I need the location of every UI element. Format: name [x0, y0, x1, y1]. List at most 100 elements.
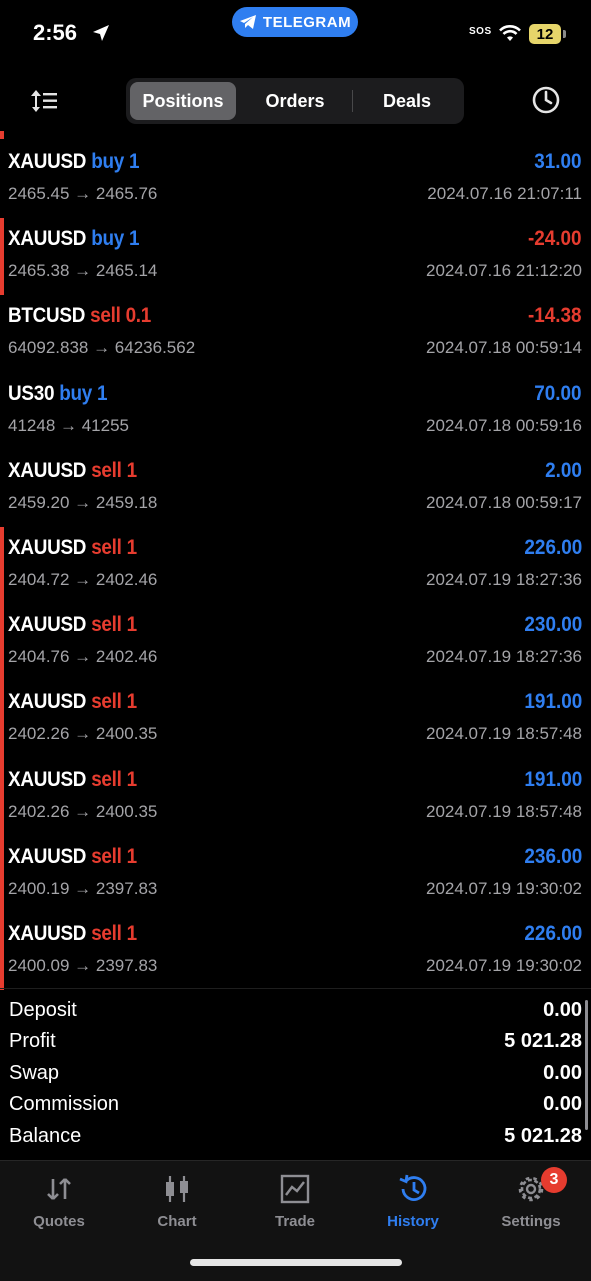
deal-title: XAUUSD buy 1 — [8, 150, 140, 174]
deal-prices: 2402.26 → 2400.35 — [8, 724, 158, 744]
deal-profit: 236.00 — [524, 844, 582, 868]
deal-symbol: BTCUSD — [8, 304, 86, 328]
deal-prices: 2404.72 → 2402.46 — [8, 569, 158, 589]
deal-row[interactable]: XAUUSD sell 1 2404.72 → 2402.46 226.00 2024… — [0, 526, 591, 605]
deal-marker — [0, 835, 4, 913]
deal-symbol: XAUUSD — [8, 227, 87, 251]
deal-side: buy 1 — [91, 150, 139, 173]
deal-row[interactable]: XAUUSD sell 1 2459.20 → 2459.18 2.00 2024.0… — [0, 450, 591, 527]
summary-label: Deposit — [9, 999, 77, 1021]
deal-title: XAUUSD sell 1 — [8, 459, 137, 483]
deal-row[interactable]: XAUUSD buy 1 2465.38 → 2465.14 -24.00 2024.… — [0, 218, 591, 296]
deal-profit: 226.00 — [524, 535, 582, 559]
segment-positions[interactable]: Positions — [130, 82, 236, 120]
tab-label: Trade — [274, 1213, 316, 1230]
scroll-indicator[interactable] — [585, 1000, 588, 1130]
deal-volume: 1 — [126, 535, 138, 559]
deal-side: sell 1 — [91, 690, 137, 713]
segment-divider — [352, 90, 353, 112]
deal-row[interactable]: BTCUSD sell 0.1 64092.838 → 64236.562 -14.… — [0, 295, 591, 372]
tab-label: History — [387, 1213, 439, 1230]
deal-time: 2024.07.19 19:30:02 — [426, 878, 582, 898]
deal-prices: 2404.76 → 2402.46 — [8, 647, 158, 667]
history-icon — [399, 1174, 427, 1201]
history-clock-icon[interactable] — [530, 84, 562, 116]
summary-label: Balance — [9, 1124, 82, 1147]
deal-side-label: sell — [91, 921, 122, 945]
row-marker — [0, 131, 4, 139]
deal-volume: 1 — [128, 227, 140, 251]
segment-orders[interactable]: Orders — [240, 82, 350, 120]
deal-side: buy 1 — [91, 227, 139, 250]
deal-prices: 41248 → 41255 — [8, 415, 129, 435]
telegram-return-pill[interactable]: TELEGRAM — [232, 7, 358, 37]
tab-trade[interactable]: Trade — [236, 1161, 354, 1237]
deal-profit: 191.00 — [524, 767, 582, 791]
deal-marker — [0, 526, 4, 605]
deal-side-label: buy — [91, 227, 124, 251]
tab-label: Settings — [501, 1213, 561, 1230]
deal-prices: 2400.09 → 2397.83 — [8, 955, 158, 975]
deal-row[interactable]: XAUUSD sell 1 2400.09 → 2397.83 226.00 2024… — [0, 912, 591, 991]
deal-title: XAUUSD sell 1 — [8, 845, 137, 869]
deal-row[interactable]: XAUUSD sell 1 2404.76 → 2402.46 230.00 2024… — [0, 604, 591, 682]
deal-title: XAUUSD sell 1 — [8, 768, 137, 792]
deal-side-label: sell — [91, 844, 122, 868]
summary-row: Commission 0.00 — [0, 1083, 591, 1116]
deal-prices: 64092.838 → 64236.562 — [8, 338, 196, 358]
deal-profit: 31.00 — [534, 150, 582, 173]
tab-history[interactable]: History — [354, 1161, 472, 1237]
summary-label: Profit — [9, 1030, 56, 1053]
deal-time: 2024.07.18 00:59:14 — [426, 338, 582, 358]
deal-side: sell 0.1 — [90, 304, 151, 327]
summary-value: 0.00 — [543, 1093, 582, 1116]
deal-row[interactable]: XAUUSD buy 1 2465.45 → 2465.76 31.00 2024.0… — [0, 141, 591, 218]
tab-settings[interactable]: Settings — [472, 1161, 590, 1237]
deal-side-label: sell — [91, 458, 122, 482]
deal-row[interactable]: US30 buy 1 41248 → 41255 70.00 2024.07.18 0… — [0, 373, 591, 450]
battery-indicator: 12 — [529, 24, 561, 44]
tab-label: Quotes — [33, 1213, 85, 1230]
battery-tip — [563, 30, 566, 38]
home-indicator[interactable] — [190, 1259, 402, 1266]
deal-time: 2024.07.19 18:57:48 — [426, 801, 582, 821]
deal-symbol: XAUUSD — [8, 613, 87, 637]
summary-value: 5 021.28 — [504, 1124, 582, 1147]
deal-time: 2024.07.19 18:27:36 — [426, 569, 582, 589]
sort-icon[interactable] — [30, 86, 62, 116]
deal-side-label: sell — [91, 535, 122, 559]
deal-row[interactable]: XAUUSD sell 1 2400.19 → 2397.83 236.00 2024… — [0, 835, 591, 913]
deal-profit: -14.38 — [528, 304, 582, 328]
deal-symbol: XAUUSD — [8, 458, 87, 482]
summary-label: Swap — [9, 1061, 60, 1084]
deal-side-label: sell — [91, 690, 122, 714]
deal-side: buy 1 — [59, 382, 107, 405]
deal-marker — [0, 681, 4, 759]
deal-symbol: US30 — [8, 381, 55, 405]
deal-row[interactable]: XAUUSD sell 1 2402.26 → 2400.35 191.00 2024… — [0, 758, 591, 836]
deal-title: BTCUSD sell 0.1 — [8, 304, 151, 328]
summary-value: 0.00 — [543, 1061, 582, 1084]
deal-volume: 0.1 — [125, 304, 152, 328]
deal-profit: 70.00 — [534, 381, 582, 405]
deal-profit: 2.00 — [545, 458, 582, 482]
deal-volume: 1 — [126, 458, 138, 482]
deal-profit: 226.00 — [524, 921, 582, 945]
deal-marker — [0, 912, 4, 991]
deal-row[interactable]: XAUUSD sell 1 2402.26 → 2400.35 191.00 2024… — [0, 681, 591, 759]
deal-marker — [0, 604, 4, 682]
deal-side: sell 1 — [91, 459, 137, 482]
deal-symbol: XAUUSD — [8, 767, 87, 791]
deal-title: XAUUSD buy 1 — [8, 227, 140, 251]
segment-deals[interactable]: Deals — [354, 82, 460, 120]
deal-prices: 2465.45 → 2465.76 — [8, 184, 158, 203]
deal-side-label: sell — [91, 767, 122, 791]
tab-quotes[interactable]: Quotes — [0, 1161, 118, 1237]
deal-title: XAUUSD sell 1 — [8, 536, 137, 560]
deal-time: 2024.07.19 18:27:36 — [426, 647, 582, 667]
deal-time: 2024.07.18 00:59:16 — [426, 415, 582, 435]
summary-panel: Deposit 0.00 Profit 5 021.28 Swap 0.00 Commiss… — [0, 988, 591, 1147]
tab-chart[interactable]: Chart — [118, 1161, 236, 1237]
battery-level: 12 — [536, 25, 554, 43]
deal-volume: 1 — [96, 381, 108, 405]
